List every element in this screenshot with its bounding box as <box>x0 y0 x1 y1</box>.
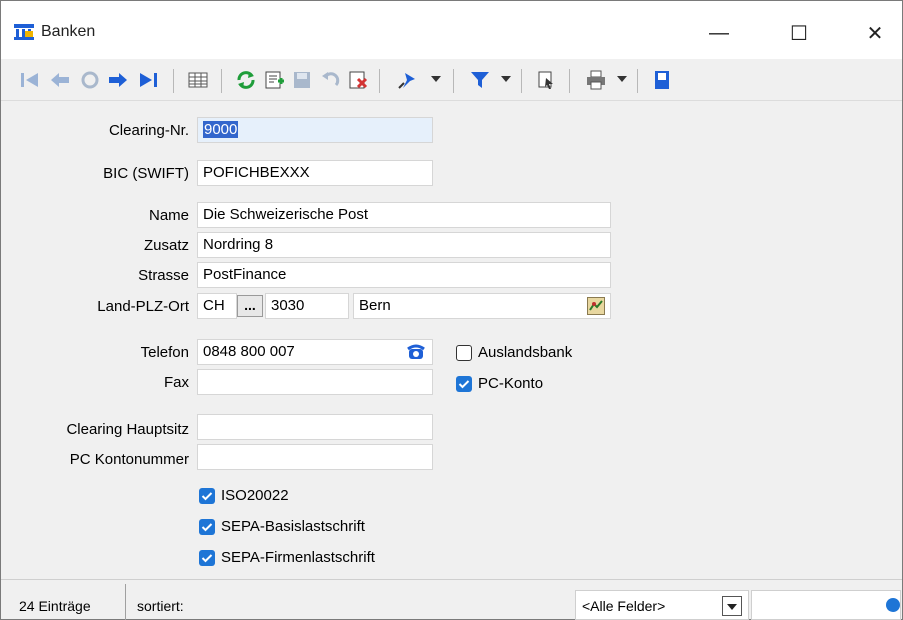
filter-icon[interactable] <box>467 67 493 93</box>
banken-window: Banken — ☐ ✕ Clearing-Nr. 9000 BIC (SWIF… <box>0 0 903 620</box>
strasse-label: Strasse <box>138 267 189 284</box>
title-bar: Banken — ☐ ✕ <box>1 1 902 59</box>
checkmark-icon <box>458 380 470 389</box>
sepa-basislastschrift-checkbox[interactable] <box>199 519 215 535</box>
auslandsbank-checkbox[interactable] <box>456 345 472 361</box>
toolbar <box>1 59 902 101</box>
checkmark-icon <box>201 523 213 532</box>
delete-record-icon[interactable] <box>345 67 371 93</box>
auslandsbank-label: Auslandsbank <box>478 344 573 361</box>
land-picker-button[interactable]: ... <box>237 295 263 317</box>
clearing-nr-input[interactable]: 9000 <box>197 117 433 143</box>
print-dropdown-arrow[interactable] <box>617 76 627 82</box>
search-icon[interactable] <box>886 598 900 612</box>
pc-kontonummer-input[interactable] <box>197 444 433 470</box>
refresh-icon[interactable] <box>233 67 259 93</box>
telefon-label: Telefon <box>140 344 189 361</box>
toolbar-separator <box>379 69 380 93</box>
pin-icon[interactable] <box>395 67 421 93</box>
ort-input[interactable]: Bern <box>353 293 611 319</box>
next-record-icon[interactable] <box>105 67 131 93</box>
search-field-select[interactable]: <Alle Felder> <box>575 590 749 620</box>
toolbar-separator <box>173 69 174 93</box>
first-record-icon[interactable] <box>17 67 43 93</box>
status-bar: 24 Einträge sortiert: <Alle Felder> <box>1 579 902 620</box>
toolbar-separator <box>521 69 522 93</box>
filter-dropdown-arrow[interactable] <box>501 76 511 82</box>
minimize-button[interactable]: — <box>691 13 747 53</box>
search-field-select-value: <Alle Felder> <box>582 598 666 614</box>
sepa-firmenlastschrift-checkbox[interactable] <box>199 550 215 566</box>
search-input[interactable] <box>751 590 901 620</box>
sepa-basislastschrift-label: SEPA-Basislastschrift <box>221 518 365 535</box>
bank-form: Clearing-Nr. 9000 BIC (SWIFT) POFICHBEXX… <box>1 102 902 578</box>
zusatz-input[interactable]: Nordring 8 <box>197 232 611 258</box>
clearing-hauptsitz-label: Clearing Hauptsitz <box>66 421 189 438</box>
checkmark-icon <box>201 554 213 563</box>
land-input[interactable]: CH <box>197 293 237 319</box>
close-form-icon[interactable] <box>649 67 675 93</box>
pc-konto-checkbox[interactable] <box>456 376 472 392</box>
iso20022-checkbox[interactable] <box>199 488 215 504</box>
plz-input[interactable]: 3030 <box>265 293 349 319</box>
save-icon[interactable] <box>289 67 315 93</box>
pc-konto-label: PC-Konto <box>478 375 544 392</box>
clearing-hauptsitz-input[interactable] <box>197 414 433 440</box>
checkmark-icon <box>201 492 213 501</box>
previous-record-icon[interactable] <box>47 67 73 93</box>
clearing-nr-value: 9000 <box>203 121 239 138</box>
record-count: 24 Einträge <box>19 598 91 614</box>
print-icon[interactable] <box>583 67 609 93</box>
history-icon[interactable] <box>77 67 103 93</box>
toolbar-separator <box>569 69 570 93</box>
window-title: Banken <box>41 23 96 40</box>
document-select-icon[interactable] <box>533 67 559 93</box>
toolbar-separator <box>453 69 454 93</box>
new-record-icon[interactable] <box>261 67 287 93</box>
toolbar-separator <box>637 69 638 93</box>
sort-status: sortiert: <box>137 598 184 614</box>
iso20022-label: ISO20022 <box>221 487 289 504</box>
name-input[interactable]: Die Schweizerische Post <box>197 202 611 228</box>
table-view-icon[interactable] <box>185 67 211 93</box>
clearing-nr-label: Clearing-Nr. <box>108 122 189 139</box>
toolbar-separator <box>221 69 222 93</box>
chevron-down-icon[interactable] <box>722 596 742 616</box>
name-label: Name <box>148 207 189 224</box>
maximize-button[interactable]: ☐ <box>771 13 827 53</box>
phone-dial-icon[interactable] <box>407 343 425 361</box>
fax-input[interactable] <box>197 369 433 395</box>
last-record-icon[interactable] <box>135 67 161 93</box>
sepa-firmenlastschrift-label: SEPA-Firmenlastschrift <box>221 549 375 566</box>
map-icon[interactable] <box>587 297 605 315</box>
bic-label: BIC (SWIFT) <box>103 165 189 182</box>
pc-kontonummer-label: PC Kontonummer <box>69 451 189 468</box>
telefon-input[interactable]: 0848 800 007 <box>197 339 433 365</box>
bank-icon <box>14 24 34 40</box>
undo-icon[interactable] <box>317 67 343 93</box>
strasse-input[interactable]: PostFinance <box>197 262 611 288</box>
zusatz-label: Zusatz <box>143 237 189 254</box>
close-button[interactable]: ✕ <box>847 13 903 53</box>
statusbar-separator <box>125 584 126 620</box>
fax-label: Fax <box>163 374 189 391</box>
land-plz-ort-label: Land-PLZ-Ort <box>97 298 189 315</box>
pin-dropdown-arrow[interactable] <box>431 76 441 82</box>
bic-input[interactable]: POFICHBEXXX <box>197 160 433 186</box>
